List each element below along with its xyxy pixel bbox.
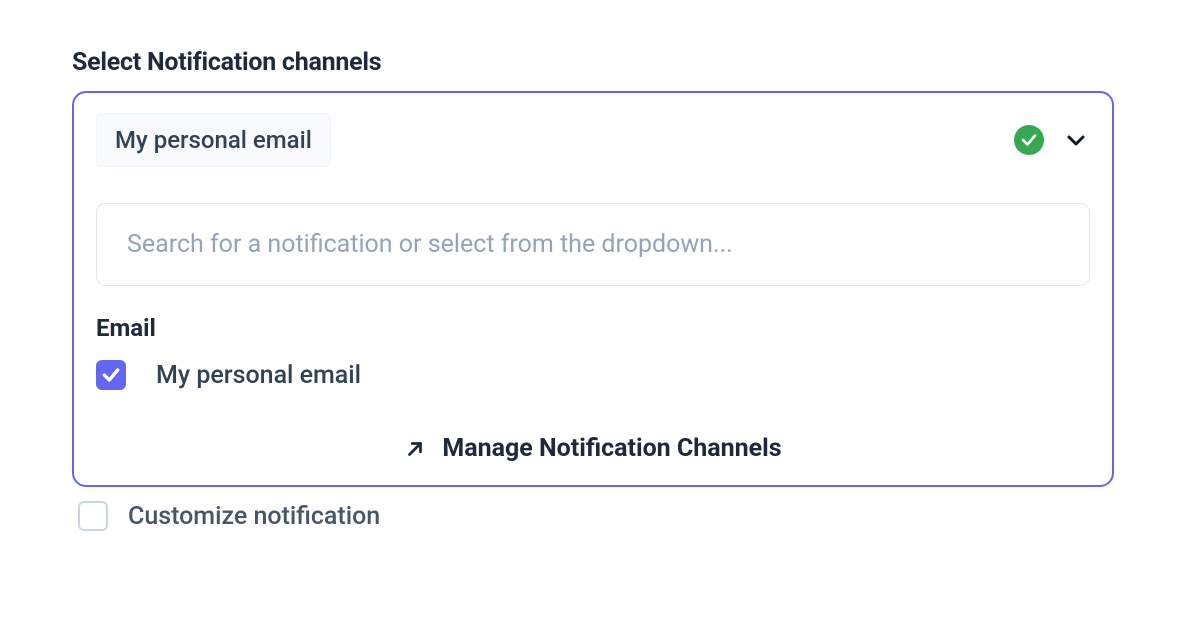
section-title: Select Notification channels xyxy=(72,48,1114,77)
manage-channels-label: Manage Notification Channels xyxy=(442,434,781,463)
customize-notification-toggle[interactable]: Customize notification xyxy=(72,501,1114,531)
selected-channel-chip[interactable]: My personal email xyxy=(96,113,331,167)
chevron-down-icon[interactable] xyxy=(1062,126,1090,154)
manage-channels-link[interactable]: Manage Notification Channels xyxy=(96,434,1090,463)
selected-channel-row: My personal email xyxy=(96,113,1090,167)
channels-panel: My personal email Email xyxy=(72,91,1114,487)
selected-channel-label: My personal email xyxy=(115,126,312,154)
channel-option-label: My personal email xyxy=(156,361,361,390)
notification-channels-section: Select Notification channels My personal… xyxy=(0,0,1186,559)
selected-channel-actions xyxy=(1014,125,1090,155)
channel-option-checkbox[interactable] xyxy=(96,360,126,390)
channel-option[interactable]: My personal email xyxy=(96,356,1090,398)
external-arrow-icon xyxy=(404,438,426,460)
customize-label: Customize notification xyxy=(128,502,380,531)
channel-group-heading: Email xyxy=(96,314,1090,342)
customize-checkbox[interactable] xyxy=(78,501,108,531)
check-circle-icon xyxy=(1014,125,1044,155)
channel-search-input[interactable] xyxy=(96,203,1090,286)
